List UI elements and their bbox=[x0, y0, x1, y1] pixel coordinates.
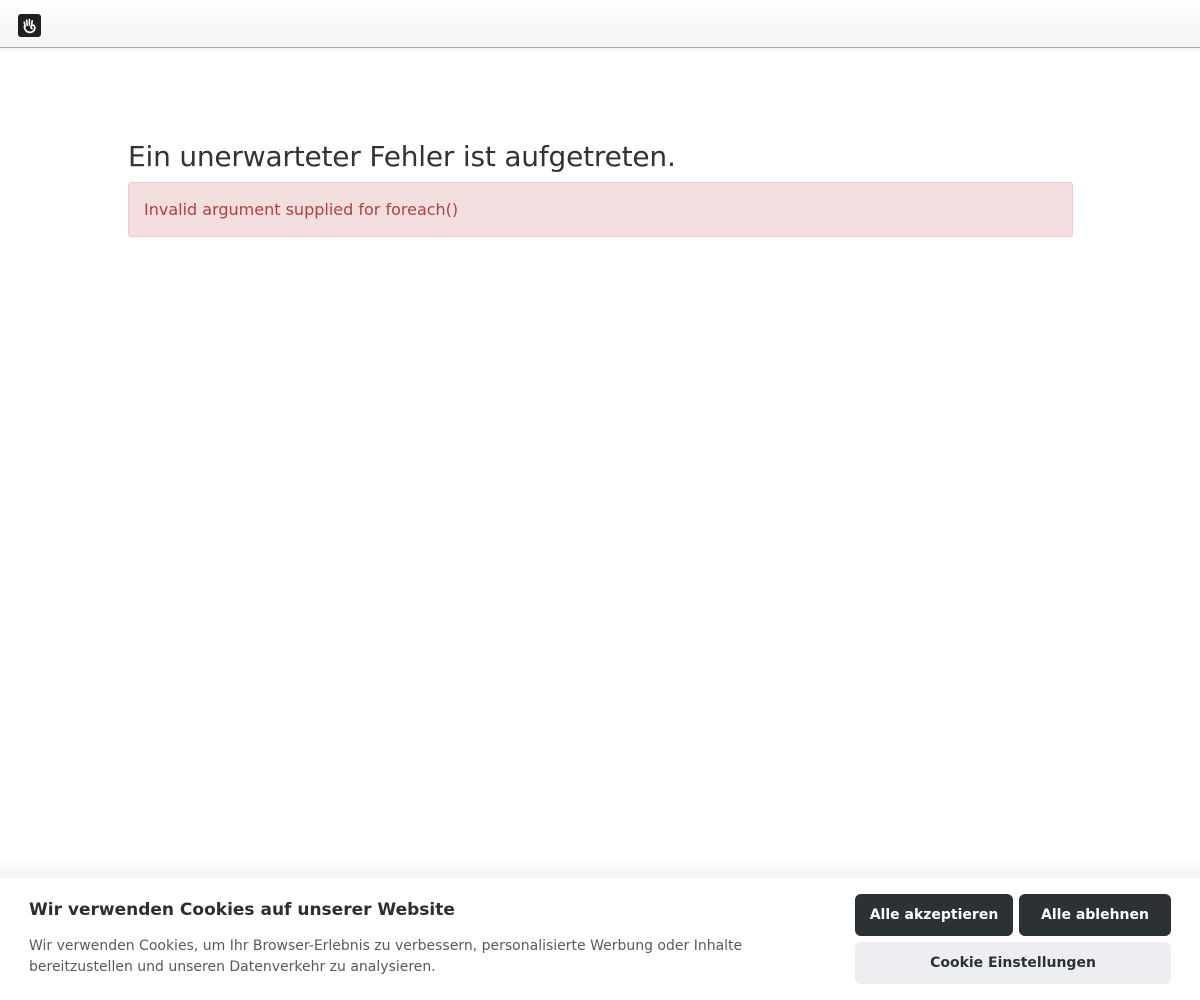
cookie-banner: Wir verwenden Cookies auf unserer Websit… bbox=[0, 878, 1200, 1000]
cookie-settings-button[interactable]: Cookie Einstellungen bbox=[855, 942, 1171, 984]
reject-all-cookies-button[interactable]: Alle ablehnen bbox=[1019, 894, 1171, 936]
cookie-banner-title: Wir verwenden Cookies auf unserer Websit… bbox=[29, 900, 455, 920]
error-message: Invalid argument supplied for foreach() bbox=[144, 200, 459, 219]
accept-all-cookies-button[interactable]: Alle akzeptieren bbox=[855, 894, 1013, 936]
cookie-banner-text: Wir verwenden Cookies, um Ihr Browser-Er… bbox=[29, 938, 743, 975]
top-toolbar bbox=[0, 0, 1200, 48]
cookie-banner-shadow bbox=[0, 858, 1200, 878]
error-alert: Invalid argument supplied for foreach() bbox=[128, 182, 1073, 237]
concrete-logo-icon[interactable] bbox=[18, 14, 41, 37]
page-title: Ein unerwarteter Fehler ist aufgetreten. bbox=[128, 140, 676, 173]
main-content: Ein unerwarteter Fehler ist aufgetreten.… bbox=[128, 138, 1073, 237]
